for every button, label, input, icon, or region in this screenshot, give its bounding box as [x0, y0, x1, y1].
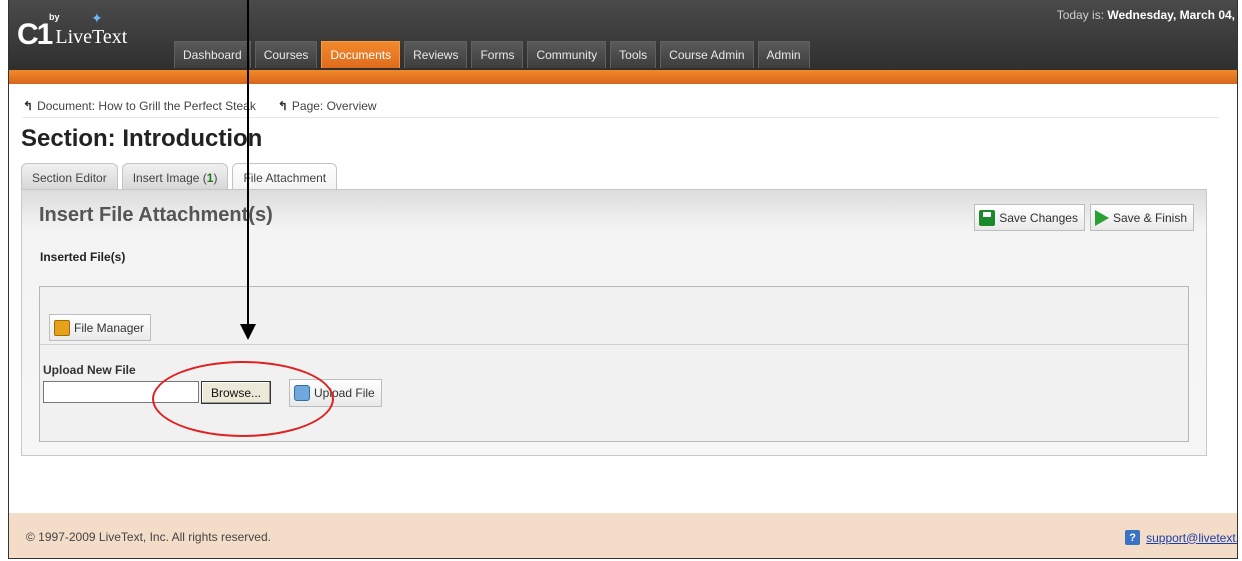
logo-c1: C1	[17, 18, 53, 51]
help-icon: ?	[1125, 530, 1141, 545]
tab-insert-image[interactable]: Insert Image (1)	[121, 163, 229, 189]
nav-tab-documents[interactable]: Documents	[321, 41, 401, 68]
footer: © 1997-2009 LiveText, Inc. All rights re…	[9, 513, 1237, 558]
tab-insert-image-label: Insert Image (	[132, 171, 207, 185]
logo-text: LiveText	[55, 26, 128, 48]
support-email-link[interactable]: support@livetext.c	[1146, 531, 1237, 545]
save-changes-button[interactable]: Save Changes	[974, 204, 1085, 231]
file-manager-button[interactable]: File Manager	[49, 314, 152, 341]
up-arrow-icon: ↰	[277, 99, 288, 113]
upload-divider	[40, 344, 1188, 345]
livetext-logo[interactable]: C1 by ✦ LiveText	[17, 10, 128, 51]
tab-insert-image-close: )	[213, 171, 218, 185]
support-link-group[interactable]: ? support@livetext.c	[1125, 530, 1237, 545]
panel-title: Insert File Attachment(s)	[39, 204, 273, 226]
today-date: Today is: Wednesday, March 04,	[1057, 8, 1235, 22]
save-finish-button[interactable]: Save & Finish	[1089, 204, 1194, 231]
header: C1 by ✦ LiveText Today is: Wednesday, Ma…	[9, 0, 1237, 70]
annotation-arrow-head	[240, 324, 256, 340]
main-nav: Dashboard Courses Documents Reviews Form…	[174, 41, 814, 68]
today-value: Wednesday, March 04,	[1107, 8, 1235, 22]
breadcrumb-document[interactable]: ↰ Document: How to Grill the Perfect Ste…	[23, 99, 256, 113]
folder-icon	[54, 319, 70, 336]
upload-new-file-label: Upload New File	[43, 363, 136, 377]
finish-arrow-icon	[1094, 209, 1109, 226]
page-title: Section: Introduction	[21, 125, 263, 152]
breadcrumb-label: Document: How to Grill the Perfect Steak	[37, 99, 256, 113]
section-tabs: Section Editor Insert Image (1) File Att…	[21, 163, 341, 189]
logo-star-icon: ✦	[91, 10, 103, 26]
up-arrow-icon: ↰	[23, 99, 34, 113]
copyright-text: © 1997-2009 LiveText, Inc. All rights re…	[26, 530, 271, 544]
nav-tab-courses[interactable]: Courses	[254, 41, 318, 68]
nav-tab-forms[interactable]: Forms	[471, 41, 524, 68]
orange-divider-bar	[9, 70, 1237, 84]
nav-tab-reviews[interactable]: Reviews	[404, 41, 468, 68]
panel-actions: Save Changes Save & Finish	[969, 204, 1194, 231]
today-prefix: Today is:	[1056, 8, 1105, 22]
app-frame: C1 by ✦ LiveText Today is: Wednesday, Ma…	[8, 0, 1238, 559]
breadcrumb-label: Page: Overview	[291, 99, 377, 113]
breadcrumb: ↰ Document: How to Grill the Perfect Ste…	[23, 99, 399, 113]
logo-by: by	[49, 12, 60, 22]
annotation-highlight-ellipse	[152, 361, 334, 437]
save-finish-label: Save & Finish	[1112, 210, 1187, 225]
nav-tab-course-admin[interactable]: Course Admin	[660, 41, 754, 68]
nav-tab-admin[interactable]: Admin	[757, 41, 810, 68]
nav-tab-community[interactable]: Community	[527, 41, 607, 68]
nav-tab-tools[interactable]: Tools	[610, 41, 657, 68]
annotation-arrow-line	[247, 0, 249, 328]
tab-section-editor[interactable]: Section Editor	[21, 163, 118, 189]
breadcrumb-page[interactable]: ↰ Page: Overview	[278, 99, 377, 113]
breadcrumb-divider	[23, 117, 1219, 118]
inserted-files-label: Inserted File(s)	[40, 250, 126, 264]
save-icon	[979, 209, 996, 226]
file-manager-label: File Manager	[74, 320, 145, 335]
nav-tab-dashboard[interactable]: Dashboard	[174, 41, 251, 68]
save-changes-label: Save Changes	[999, 210, 1078, 225]
